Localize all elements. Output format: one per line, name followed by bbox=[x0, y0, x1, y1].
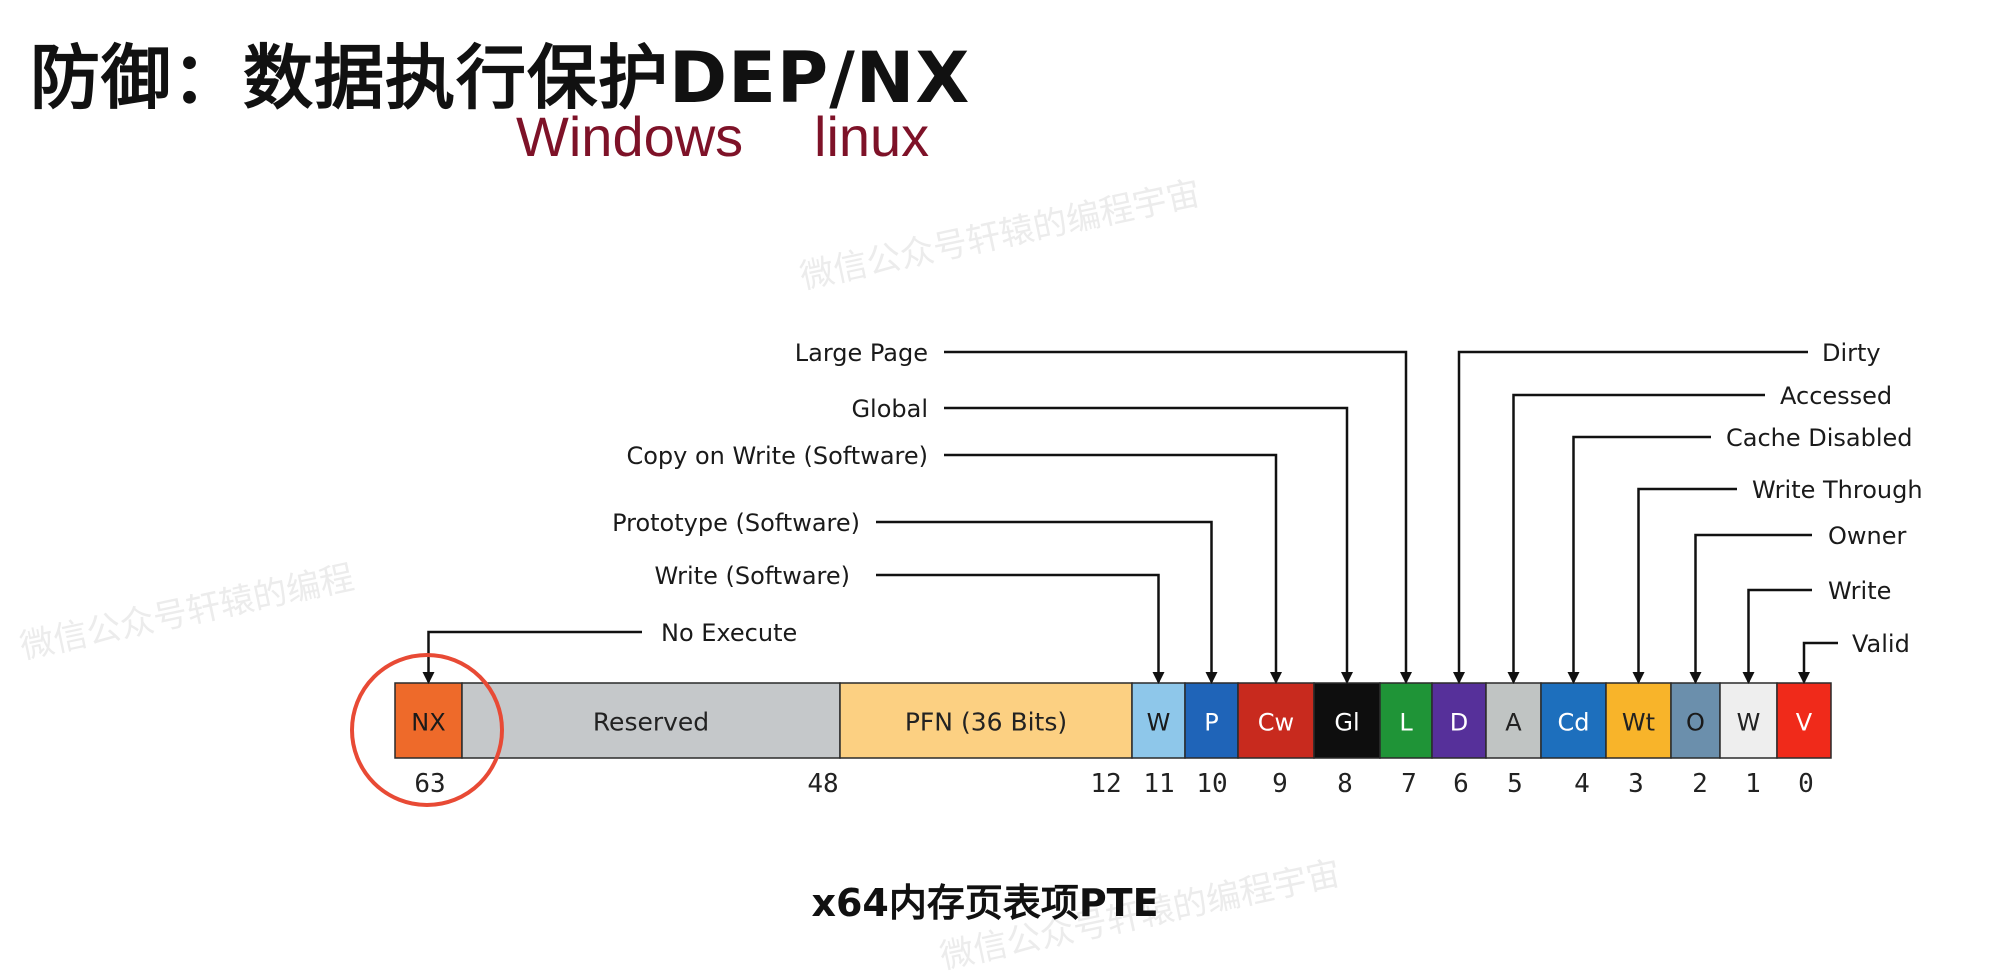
pte-field-label-pfn: PFN (36 Bits) bbox=[905, 708, 1067, 737]
bit-label: 11 bbox=[1143, 769, 1174, 799]
bit-label: 6 bbox=[1453, 769, 1469, 799]
pte-field-label-wt: Wt bbox=[1622, 709, 1655, 737]
bit-label: 10 bbox=[1196, 769, 1227, 799]
pte-field-label-w11: W bbox=[1147, 709, 1171, 737]
pte-field-label-reserved: Reserved bbox=[593, 708, 709, 737]
pte-field-label-a: A bbox=[1505, 709, 1522, 737]
annotation-arrow-cd bbox=[1567, 435, 1711, 684]
annotation-arrow-nx bbox=[422, 630, 642, 684]
annotation-l: Large Page bbox=[795, 339, 928, 367]
annotation-w1: Write bbox=[1828, 577, 1891, 605]
pte-field-label-v: V bbox=[1796, 709, 1813, 737]
pte-field-label-p: P bbox=[1204, 709, 1218, 737]
annotation-arrow-o bbox=[1689, 533, 1812, 684]
annotation-nx: No Execute bbox=[661, 619, 797, 647]
annotation-arrow-d bbox=[1453, 350, 1808, 684]
annotation-arrow-v bbox=[1798, 641, 1838, 684]
pte-field-label-l: L bbox=[1399, 709, 1413, 737]
bit-label: 48 bbox=[807, 769, 838, 799]
annotation-gl: Global bbox=[851, 395, 928, 423]
bit-label: 3 bbox=[1628, 769, 1644, 799]
bit-label: 0 bbox=[1798, 769, 1814, 799]
annotation-arrow-wt bbox=[1632, 487, 1737, 684]
bit-label: 7 bbox=[1401, 769, 1417, 799]
pte-field-label-cd: Cd bbox=[1558, 709, 1590, 737]
pte-field-label-w1: W bbox=[1737, 709, 1761, 737]
annotation-arrow-p bbox=[876, 520, 1218, 684]
bit-label: 1 bbox=[1745, 769, 1761, 799]
annotation-wt: Write Through bbox=[1752, 476, 1923, 504]
annotation-v: Valid bbox=[1852, 630, 1910, 658]
pte-field-label-o: O bbox=[1686, 709, 1705, 737]
bit-label: 12 bbox=[1090, 769, 1121, 799]
annotation-arrow-cw bbox=[944, 453, 1282, 684]
annotation-o: Owner bbox=[1828, 522, 1906, 550]
bit-label: 9 bbox=[1272, 769, 1288, 799]
annotation-w11: Write (Software) bbox=[654, 562, 850, 590]
bit-label: 5 bbox=[1507, 769, 1523, 799]
annotation-a: Accessed bbox=[1780, 382, 1892, 410]
pte-field-label-cw: Cw bbox=[1258, 709, 1294, 737]
annotation-d: Dirty bbox=[1822, 339, 1881, 367]
bit-label: 4 bbox=[1574, 769, 1590, 799]
pte-field-label-gl: Gl bbox=[1334, 709, 1359, 737]
annotation-arrow-w11 bbox=[876, 573, 1165, 684]
diagram-caption: x64内存页表项PTE bbox=[811, 881, 1159, 925]
bit-label: 2 bbox=[1692, 769, 1708, 799]
annotation-p: Prototype (Software) bbox=[612, 509, 860, 537]
bit-label: 63 bbox=[414, 769, 445, 799]
annotation-cd: Cache Disabled bbox=[1726, 424, 1913, 452]
annotation-arrow-w1 bbox=[1742, 588, 1812, 684]
pte-diagram: NX Reserved PFN (36 Bits) W P Cw Gl L D A Cd Wt O W V 6… bbox=[350, 339, 1923, 807]
bit-label: 8 bbox=[1337, 769, 1353, 799]
pte-field-label-d: D bbox=[1450, 709, 1468, 737]
pte-field-label-nx: NX bbox=[411, 709, 445, 737]
annotation-arrow-gl bbox=[944, 406, 1353, 684]
annotation-cw: Copy on Write (Software) bbox=[626, 442, 928, 470]
annotation-arrow-l bbox=[944, 350, 1412, 684]
